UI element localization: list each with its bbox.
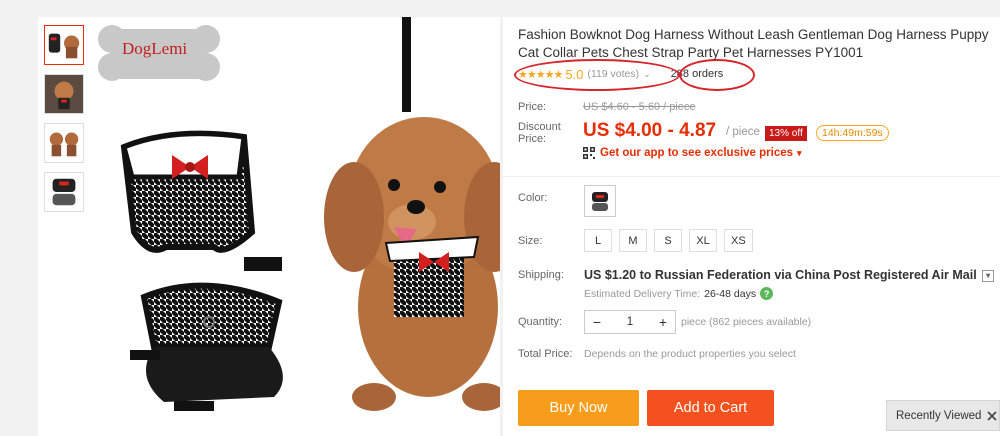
discount-price: US $4.00 - 4.87	[583, 120, 717, 141]
color-swatch-option[interactable]	[584, 185, 616, 217]
brand-logo-text: DogLemi	[122, 39, 188, 58]
close-icon[interactable]	[987, 410, 998, 421]
countdown-timer: 14h:49m:59s	[816, 125, 889, 141]
thumbnail-3[interactable]	[44, 123, 84, 163]
shipping-text: US $1.20 to Russian Federation via China…	[584, 268, 977, 282]
size-option-xs[interactable]: XS	[724, 229, 753, 252]
recently-viewed-label: Recently Viewed	[896, 409, 982, 422]
total-price-note: Depends on the product properties you se…	[584, 348, 796, 360]
quantity-decrease-button[interactable]: −	[585, 311, 609, 333]
chevron-down-icon[interactable]: ▾	[982, 269, 995, 282]
product-main-image[interactable]: DogLemi	[94, 17, 500, 436]
price-unit: / piece	[726, 126, 760, 138]
price-label: Price:	[518, 101, 547, 113]
price-block: Price: US $4.60 - 5.60 / piece Discount …	[503, 93, 1000, 177]
chevron-down-icon: ▾	[797, 147, 802, 158]
product-page: DogLemi Fashion Bowknot Dog Harness With…	[0, 0, 1000, 436]
discount-label-line2: Price:	[518, 133, 547, 145]
annotation-circle-rating	[514, 59, 680, 91]
delivery-estimate: Estimated Delivery Time: 26-48 days ?	[584, 287, 774, 300]
size-option-m[interactable]: M	[619, 229, 647, 252]
product-title: Fashion Bowknot Dog Harness Without Leas…	[518, 27, 989, 60]
recently-viewed-tab[interactable]: Recently Viewed	[886, 400, 1000, 431]
quantity-input[interactable]: 1	[609, 311, 651, 333]
total-price-label: Total Price:	[518, 348, 573, 360]
size-option-xl[interactable]: XL	[689, 229, 717, 252]
quantity-label: Quantity:	[518, 316, 563, 328]
annotation-circle-orders	[679, 59, 755, 91]
app-promo-link[interactable]: Get our app to see exclusive prices ▾	[583, 147, 802, 159]
discount-badge: 13% off	[765, 126, 807, 141]
quantity-stepper: − 1 +	[584, 310, 676, 334]
buy-now-button[interactable]: Buy Now	[518, 390, 639, 426]
app-promo-text: Get our app to see exclusive prices	[600, 147, 794, 159]
thumbnail-list	[44, 25, 86, 221]
quantity-increase-button[interactable]: +	[651, 311, 675, 333]
rating-row: ★★★★★ 5.0 (119 votes) ⌄ 288 orders	[514, 59, 755, 91]
shipping-info[interactable]: US $1.20 to Russian Federation via China…	[584, 268, 995, 282]
thumbnail-4[interactable]	[44, 172, 84, 212]
delivery-days: 26-48 days	[704, 287, 757, 300]
add-to-cart-button[interactable]: Add to Cart	[647, 390, 774, 426]
size-option-l[interactable]: L	[584, 229, 612, 252]
delivery-label: Estimated Delivery Time:	[584, 287, 701, 300]
quantity-availability: piece (862 pieces available)	[681, 316, 812, 328]
size-option-s[interactable]: S	[654, 229, 682, 252]
image-gallery: DogLemi	[38, 17, 500, 436]
thumbnail-2[interactable]	[44, 74, 84, 114]
product-info-panel: Fashion Bowknot Dog Harness Without Leas…	[503, 17, 1000, 436]
shipping-label: Shipping:	[518, 269, 564, 281]
original-price: US $4.60 - 5.60 / piece	[583, 101, 696, 113]
help-icon[interactable]: ?	[760, 287, 774, 300]
thumbnail-1[interactable]	[44, 25, 84, 65]
qr-code-icon	[583, 147, 595, 159]
color-label: Color:	[518, 192, 548, 204]
discount-label-line1: Discount	[518, 121, 561, 133]
size-options: L M S XL XS	[584, 229, 760, 252]
size-label: Size:	[518, 235, 543, 247]
